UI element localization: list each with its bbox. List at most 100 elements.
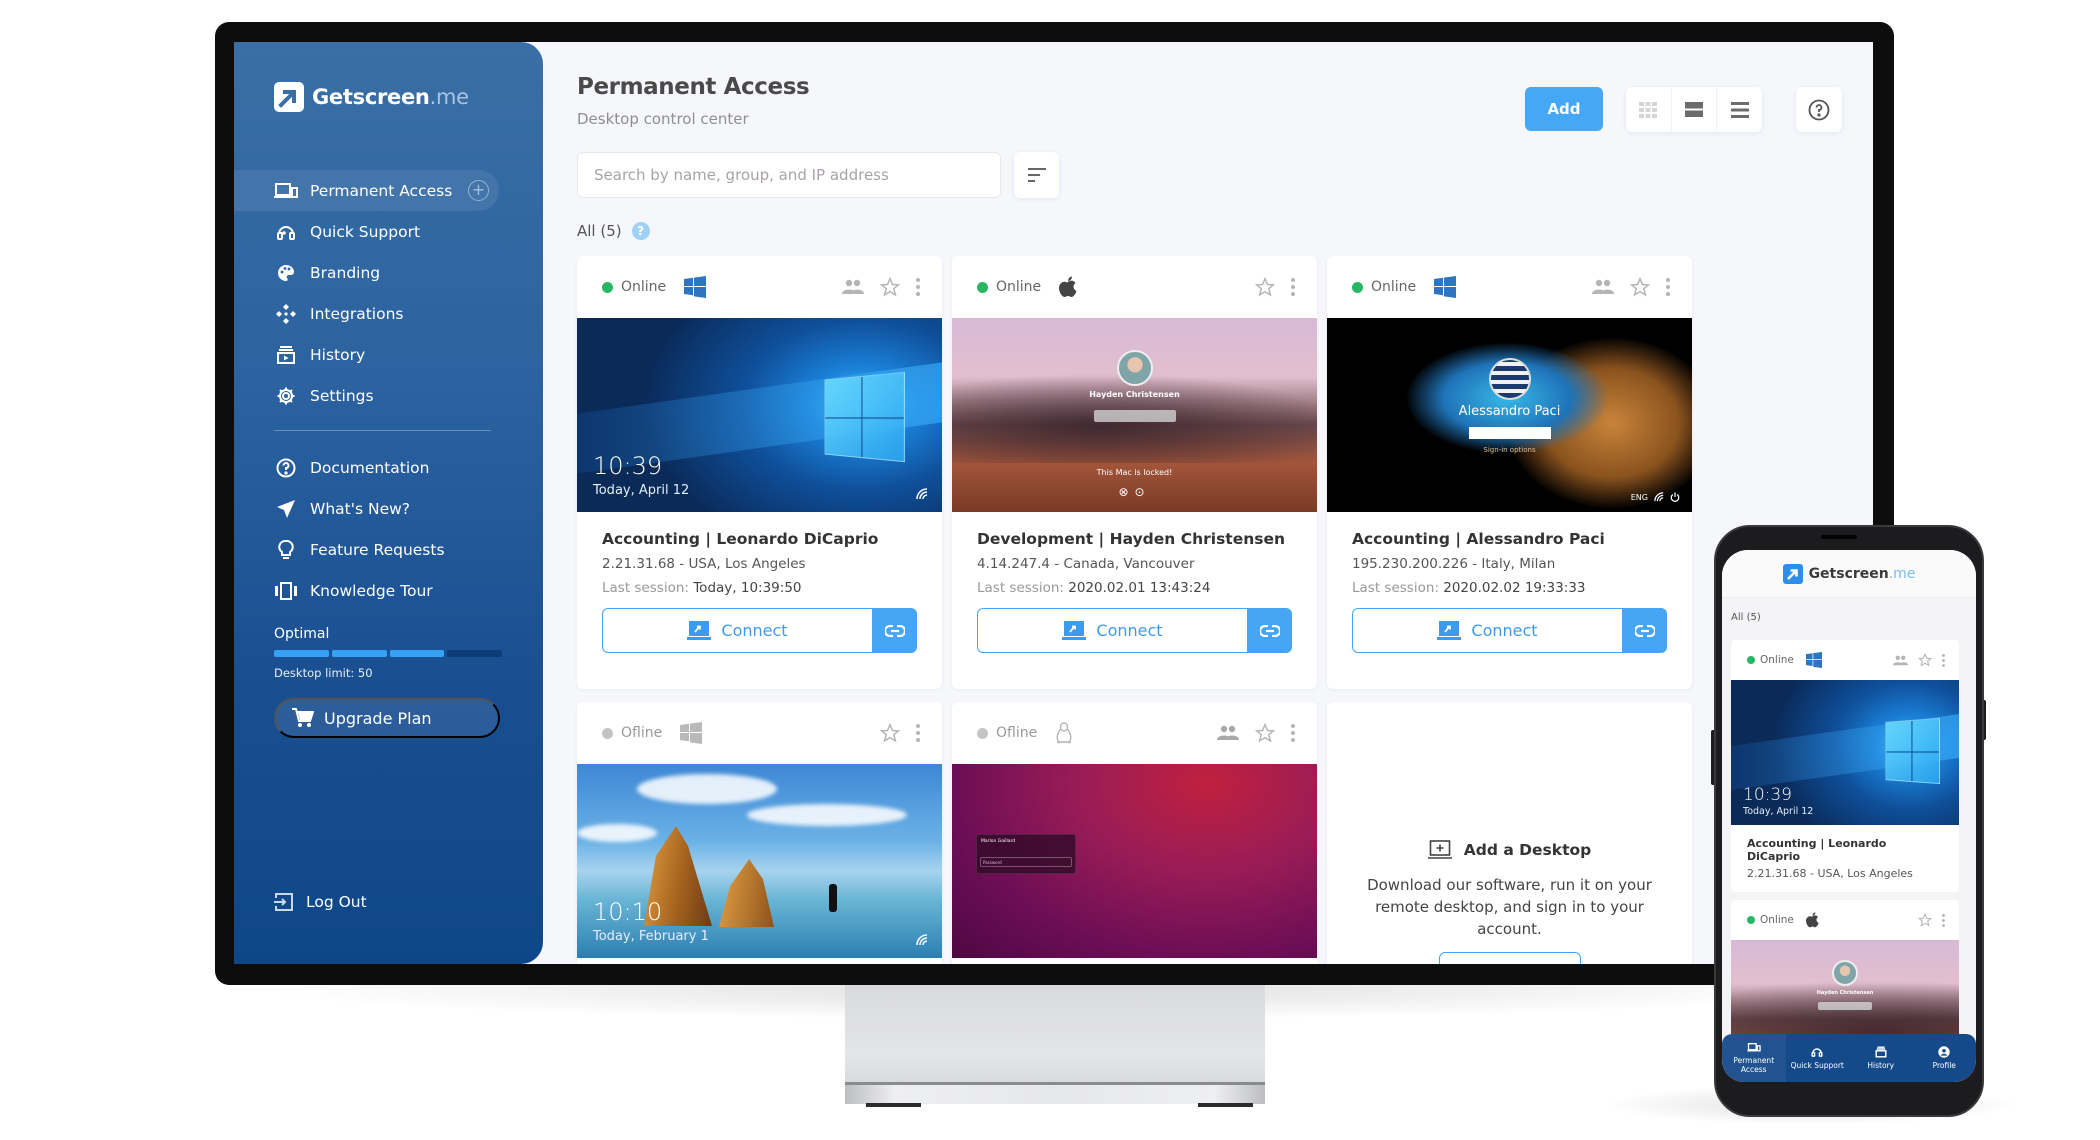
monitor-stand-base	[845, 1082, 1265, 1104]
more-vertical-icon[interactable]	[1666, 278, 1670, 296]
more-vertical-icon[interactable]	[1291, 724, 1295, 742]
more-vertical-icon[interactable]	[1291, 278, 1295, 296]
mobile-nav-history[interactable]: History	[1849, 1034, 1913, 1082]
desktop-preview[interactable]: 10:39 Today, April 12	[577, 318, 942, 512]
add-desktop-button[interactable]: Add	[1525, 87, 1603, 131]
star-icon[interactable]	[1918, 913, 1932, 927]
desktop-preview[interactable]: Marlon Gaillard Password	[952, 764, 1317, 958]
shared-users-icon[interactable]	[1592, 279, 1614, 295]
star-icon[interactable]	[880, 723, 900, 743]
mobile-nav-profile[interactable]: Profile	[1913, 1034, 1977, 1082]
card-body: Accounting | Leonardo DiCaprio 2.21.31.6…	[1731, 825, 1959, 892]
star-icon[interactable]	[1630, 277, 1650, 297]
linux-tux-icon	[1055, 722, 1073, 744]
more-vertical-icon[interactable]	[916, 278, 920, 296]
sidebar-item-label: Settings	[310, 386, 374, 405]
star-icon[interactable]	[1918, 653, 1932, 667]
user-avatar	[1488, 358, 1531, 400]
more-vertical-icon[interactable]	[916, 724, 920, 742]
laptop-plus-icon	[1427, 840, 1452, 859]
plan-usage-segment	[447, 650, 502, 657]
all-filter-label[interactable]: All (5)	[577, 222, 622, 240]
cards-icon	[1685, 102, 1703, 117]
card-actions	[1255, 256, 1295, 318]
sidebar-item-knowledge-tour[interactable]: Knowledge Tour	[234, 570, 543, 611]
card-header: Online	[1327, 256, 1692, 318]
star-icon[interactable]	[1255, 723, 1275, 743]
star-icon[interactable]	[880, 277, 900, 297]
card-header: Online	[1731, 900, 1959, 940]
help-button[interactable]	[1796, 87, 1842, 132]
desktop-name: Accounting | Leonardo DiCaprio	[602, 530, 879, 548]
card-actions	[1592, 256, 1670, 318]
card-header: Ofline	[952, 702, 1317, 764]
card-actions	[1918, 900, 1945, 940]
brand-logo[interactable]: Getscreen.me	[274, 82, 469, 112]
logout-icon	[274, 892, 294, 912]
connect-button[interactable]: Connect	[1352, 608, 1622, 653]
card-header: Online	[1731, 640, 1959, 680]
history-icon	[1875, 1046, 1887, 1058]
desktop-app-window: Getscreen.me Permanent Access + Quick Su…	[234, 42, 1873, 964]
lock-screen-user: Marlon Gaillard	[981, 839, 1016, 844]
view-list-button[interactable]	[1717, 87, 1762, 132]
apple-icon	[1805, 912, 1819, 928]
sidebar: Getscreen.me Permanent Access + Quick Su…	[234, 42, 543, 964]
status-online-icon	[977, 281, 988, 293]
more-vertical-icon[interactable]	[1942, 913, 1945, 927]
status-offline-icon	[602, 727, 613, 739]
link-icon	[1259, 624, 1280, 637]
copy-link-button[interactable]	[1622, 608, 1667, 653]
upgrade-plan-button[interactable]: Upgrade Plan	[274, 698, 500, 738]
sidebar-item-feature-requests[interactable]: Feature Requests	[234, 529, 543, 570]
add-desktop-card: Add a Desktop Download our software, run…	[1327, 702, 1692, 964]
shared-users-icon[interactable]	[842, 279, 864, 295]
sidebar-item-history[interactable]: History	[234, 334, 543, 375]
help-badge-icon[interactable]: ?	[631, 222, 650, 240]
sidebar-item-documentation[interactable]: Documentation	[234, 447, 543, 488]
status-text: Online	[1371, 279, 1417, 295]
sort-filter-button[interactable]	[1014, 152, 1059, 198]
sidebar-item-settings[interactable]: Settings	[234, 375, 543, 416]
desktop-card: Online Alessandro Paci Sign-in options E…	[1327, 256, 1692, 689]
mobile-bottom-nav: Permanent Access Quick Support History P…	[1722, 1034, 1976, 1082]
shared-users-icon[interactable]	[1893, 655, 1908, 666]
brand-name: Getscreen.me	[312, 85, 469, 109]
add-circle-icon[interactable]: +	[468, 180, 489, 201]
user-circle-icon	[1938, 1046, 1950, 1058]
wifi-icon	[1654, 492, 1664, 502]
copy-link-button[interactable]	[872, 608, 917, 653]
sidebar-item-whats-new[interactable]: What's New?	[234, 488, 543, 529]
main-content: Permanent Access Desktop control center …	[543, 42, 1873, 964]
last-session: Last session: Today, 10:39:50	[602, 580, 802, 596]
lock-screen-user: Hayden Christensen	[1089, 390, 1180, 399]
mobile-nav-quick-support[interactable]: Quick Support	[1786, 1034, 1850, 1082]
logout-link[interactable]: Log Out	[274, 892, 367, 912]
lock-screen-password-field	[1093, 410, 1176, 422]
more-vertical-icon[interactable]	[1942, 653, 1945, 667]
lock-screen-date: Today, April 12	[1743, 806, 1814, 817]
connect-button[interactable]: Connect	[977, 608, 1247, 653]
shared-users-icon[interactable]	[1217, 725, 1239, 741]
view-grid-button[interactable]	[1626, 87, 1671, 132]
copy-link-button[interactable]	[1247, 608, 1292, 653]
connect-button[interactable]: Connect	[602, 608, 872, 653]
star-icon[interactable]	[1255, 277, 1275, 297]
desktop-preview[interactable]: 10:10 Today, February 1	[577, 764, 942, 958]
integrations-icon	[274, 302, 298, 326]
download-button[interactable]	[1438, 952, 1581, 964]
desktop-preview[interactable]: Alessandro Paci Sign-in options ENG	[1327, 318, 1692, 512]
sidebar-item-branding[interactable]: Branding	[234, 252, 543, 293]
lock-screen-date: Today, February 1	[593, 929, 709, 944]
sidebar-item-permanent-access[interactable]: Permanent Access +	[234, 170, 499, 211]
mobile-nav-permanent-access[interactable]: Permanent Access	[1722, 1034, 1786, 1082]
view-cards-button[interactable]	[1670, 87, 1718, 132]
sidebar-item-quick-support[interactable]: Quick Support	[234, 211, 543, 252]
sidebar-item-integrations[interactable]: Integrations	[234, 293, 543, 334]
wallpaper-cloud	[747, 804, 907, 826]
status-online-icon	[602, 281, 613, 293]
desktop-preview[interactable]: Hayden Christensen This Mac is locked! ⊗…	[952, 318, 1317, 512]
search-input[interactable]	[577, 152, 1001, 198]
wifi-icon	[916, 488, 928, 500]
desktop-preview[interactable]: 10:39 Today, April 12	[1731, 680, 1959, 825]
